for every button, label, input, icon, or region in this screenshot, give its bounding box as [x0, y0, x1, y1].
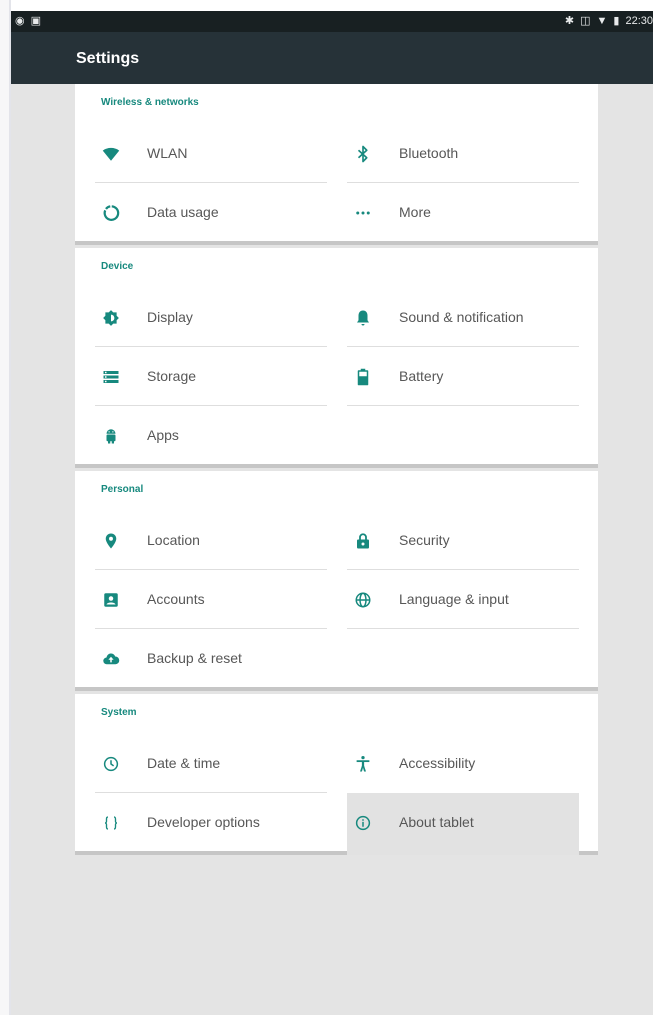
accessibility-icon [353, 754, 373, 774]
setting-item-bluetooth[interactable]: Bluetooth [347, 124, 579, 183]
status-time: 22:30 [625, 15, 653, 27]
setting-item-label: Display [147, 309, 193, 325]
clock-icon [101, 754, 121, 774]
section-wireless-networks: Wireless & networks WLAN Bluetooth Data … [75, 84, 598, 245]
setting-item-data-usage[interactable]: Data usage [95, 183, 327, 242]
bell-icon [353, 308, 373, 328]
account-box-icon [101, 590, 121, 610]
setting-item-label: Sound & notification [399, 309, 524, 325]
setting-item-label: Storage [147, 368, 197, 384]
setting-item-wlan[interactable]: WLAN [95, 124, 327, 183]
setting-item-apps[interactable]: Apps [95, 406, 327, 465]
section-system: System Date & time Accessibility Develop… [75, 694, 598, 855]
setting-item-label: Developer options [147, 814, 260, 830]
bluetooth-icon: ✱ [564, 15, 575, 27]
window-left-edge [0, 0, 11, 1015]
setting-item-security[interactable]: Security [347, 511, 579, 570]
setting-item-location[interactable]: Location [95, 511, 327, 570]
storage-icon [101, 367, 121, 387]
setting-item-about-tablet[interactable]: About tablet [347, 793, 579, 855]
setting-item-accessibility[interactable]: Accessibility [347, 734, 579, 793]
setting-item-label: Language & input [399, 591, 509, 607]
cloud-upload-icon [101, 649, 121, 669]
setting-item-label: Location [147, 532, 200, 548]
data-usage-icon [101, 203, 121, 223]
setting-item-label: Accessibility [399, 755, 476, 771]
globe-icon [353, 590, 373, 610]
setting-item-language-input[interactable]: Language & input [347, 570, 579, 629]
section-personal: Personal Location Security Accounts Lang… [75, 471, 598, 691]
setting-item-label: About tablet [399, 814, 474, 830]
code-braces-icon [101, 813, 121, 833]
setting-item-label: Apps [147, 427, 179, 443]
section-title: System [101, 707, 137, 718]
vibrate-icon: ◫ [580, 15, 591, 27]
setting-item-more[interactable]: More [347, 183, 579, 242]
wifi-icon: ▼ [596, 15, 608, 27]
setting-item-label: Date & time [147, 755, 221, 771]
setting-item-label: Accounts [147, 591, 205, 607]
setting-item-date-time[interactable]: Date & time [95, 734, 327, 793]
globe-notification-icon: ◉ [15, 15, 25, 27]
image-notification-icon: ▣ [30, 15, 42, 27]
info-icon [353, 813, 373, 833]
section-title: Wireless & networks [101, 97, 199, 108]
status-bar: ◉ ▣ ✱ ◫ ▼ ▮ 22:30 [11, 11, 653, 32]
android-icon [101, 426, 121, 446]
setting-item-sound-notification[interactable]: Sound & notification [347, 288, 579, 347]
setting-item-label: Battery [399, 368, 444, 384]
setting-item-label: More [399, 204, 431, 220]
bluetooth-icon [353, 144, 373, 164]
lock-icon [353, 531, 373, 551]
setting-item-label: Data usage [147, 204, 219, 220]
battery-icon [353, 367, 373, 387]
setting-item-label: WLAN [147, 145, 188, 161]
brightness-icon [101, 308, 121, 328]
page-title: Settings [76, 50, 140, 67]
section-device: Device Display Sound & notification Stor… [75, 248, 598, 468]
setting-item-display[interactable]: Display [95, 288, 327, 347]
setting-item-backup-reset[interactable]: Backup & reset [95, 629, 327, 688]
more-icon [353, 203, 373, 223]
section-title: Personal [101, 484, 144, 495]
setting-item-label: Backup & reset [147, 650, 242, 666]
setting-item-label: Security [399, 532, 450, 548]
setting-item-label: Bluetooth [399, 145, 459, 161]
section-title: Device [101, 261, 134, 272]
setting-item-storage[interactable]: Storage [95, 347, 327, 406]
wifi-icon [101, 144, 121, 164]
location-pin-icon [101, 531, 121, 551]
settings-dashboard: Wireless & networks WLAN Bluetooth Data … [11, 84, 653, 1015]
setting-item-battery[interactable]: Battery [347, 347, 579, 406]
setting-item-accounts[interactable]: Accounts [95, 570, 327, 629]
setting-item-developer-options[interactable]: Developer options [95, 793, 327, 852]
app-toolbar: Settings [11, 32, 653, 84]
battery-icon: ▮ [613, 15, 620, 27]
